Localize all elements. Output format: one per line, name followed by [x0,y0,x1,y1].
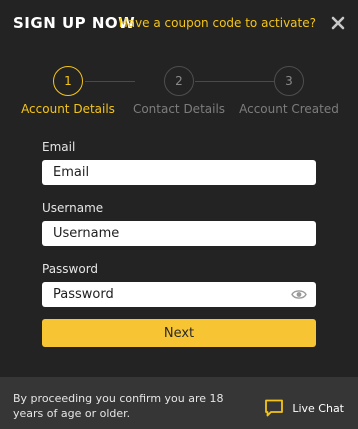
username-input[interactable] [42,221,316,246]
username-input-wrapper [42,221,316,246]
password-label: Password [42,262,99,276]
coupon-link[interactable]: Have a coupon code to activate? [119,16,316,30]
age-disclaimer: By proceeding you confirm you are 18 yea… [13,392,224,420]
signup-form: Email Username Password Next [42,140,316,347]
email-input[interactable] [42,160,316,185]
email-label: Email [42,140,76,154]
password-input-wrapper [42,282,316,307]
live-chat-button[interactable]: Live Chat [264,397,344,419]
password-field-group: Password [42,262,316,307]
modal-title: SIGN UP NOW [13,14,136,32]
email-input-wrapper [42,160,316,185]
username-field-group: Username [42,201,316,246]
email-field-group: Email [42,140,316,185]
eye-icon[interactable] [291,288,307,301]
live-chat-label: Live Chat [292,401,344,415]
username-label: Username [42,201,104,215]
step-label: Account Details [21,102,115,116]
step-number: 3 [274,66,304,96]
chat-bubble-icon [265,399,284,417]
step-number: 1 [53,66,83,96]
step-contact-details: 2 Contact Details [124,64,234,116]
password-input[interactable] [42,282,316,307]
close-icon[interactable] [330,15,346,31]
step-account-created: 3 Account Created [234,64,344,116]
step-account-details: 1 Account Details [13,64,123,116]
modal-header: SIGN UP NOW Have a coupon code to activa… [0,0,358,48]
signup-modal: SIGN UP NOW Have a coupon code to activa… [0,0,358,429]
step-label: Contact Details [132,102,226,116]
step-label: Account Created [239,102,339,116]
next-button[interactable]: Next [42,319,316,347]
modal-footer: By proceeding you confirm you are 18 yea… [0,377,358,429]
step-number: 2 [164,66,194,96]
progress-steps: 1 Account Details 2 Contact Details 3 Ac… [0,64,358,120]
